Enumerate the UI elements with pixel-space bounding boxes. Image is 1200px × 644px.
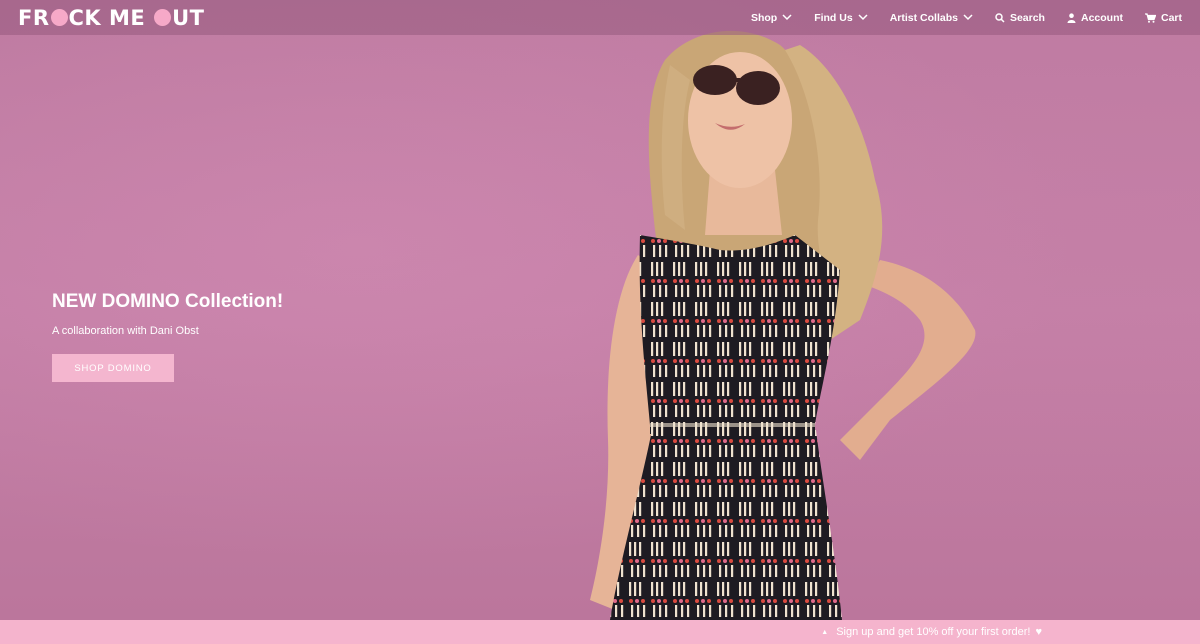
chevron-down-icon (858, 14, 868, 21)
site-logo[interactable]: FR CK ME UT (18, 0, 204, 35)
logo-text-part-2: CK ME (68, 5, 154, 30)
nav-item-account[interactable]: Account (1067, 12, 1123, 24)
logo-text-part-1: FR (18, 5, 50, 30)
main-nav: Shop Find Us Artist Collabs Search Accou… (751, 12, 1182, 24)
hero-title: NEW DOMINO Collection! (52, 291, 284, 312)
site-header: FR CK ME UT Shop Find Us Artist Collabs … (0, 0, 1200, 35)
hero-subtitle: A collaboration with Dani Obst (52, 325, 199, 337)
shop-domino-button[interactable]: SHOP DOMINO (52, 354, 174, 382)
chevron-down-icon (963, 14, 973, 21)
logo-circle-icon (154, 9, 172, 26)
hero-model-image (590, 30, 976, 620)
nav-item-label: Cart (1160, 11, 1182, 24)
nav-item-artist-collabs[interactable]: Artist Collabs (890, 12, 973, 24)
signup-text: Sign up and get 10% off your first order… (836, 626, 1031, 638)
nav-item-label: Search (1009, 11, 1045, 24)
cart-icon (1144, 12, 1156, 23)
chevron-down-icon (782, 14, 792, 21)
chevron-up-icon: ▲ (821, 628, 829, 636)
logo-text-part-3: UT (172, 5, 205, 30)
nav-item-find-us[interactable]: Find Us (814, 12, 868, 24)
nav-item-shop[interactable]: Shop (751, 12, 792, 24)
nav-item-label: Artist Collabs (889, 11, 958, 24)
nav-item-cart[interactable]: Cart (1144, 11, 1182, 24)
heart-icon: ♥ (1035, 626, 1042, 638)
search-icon (995, 12, 1005, 23)
nav-item-search[interactable]: Search (995, 12, 1045, 24)
nav-item-label: Shop (750, 11, 778, 24)
logo-circle-icon (50, 9, 68, 26)
nav-item-label: Find Us (814, 11, 853, 24)
user-icon (1067, 12, 1076, 23)
nav-item-label: Account (1080, 11, 1123, 24)
signup-bar[interactable]: ▲ Sign up and get 10% off your first ord… (0, 620, 1200, 644)
